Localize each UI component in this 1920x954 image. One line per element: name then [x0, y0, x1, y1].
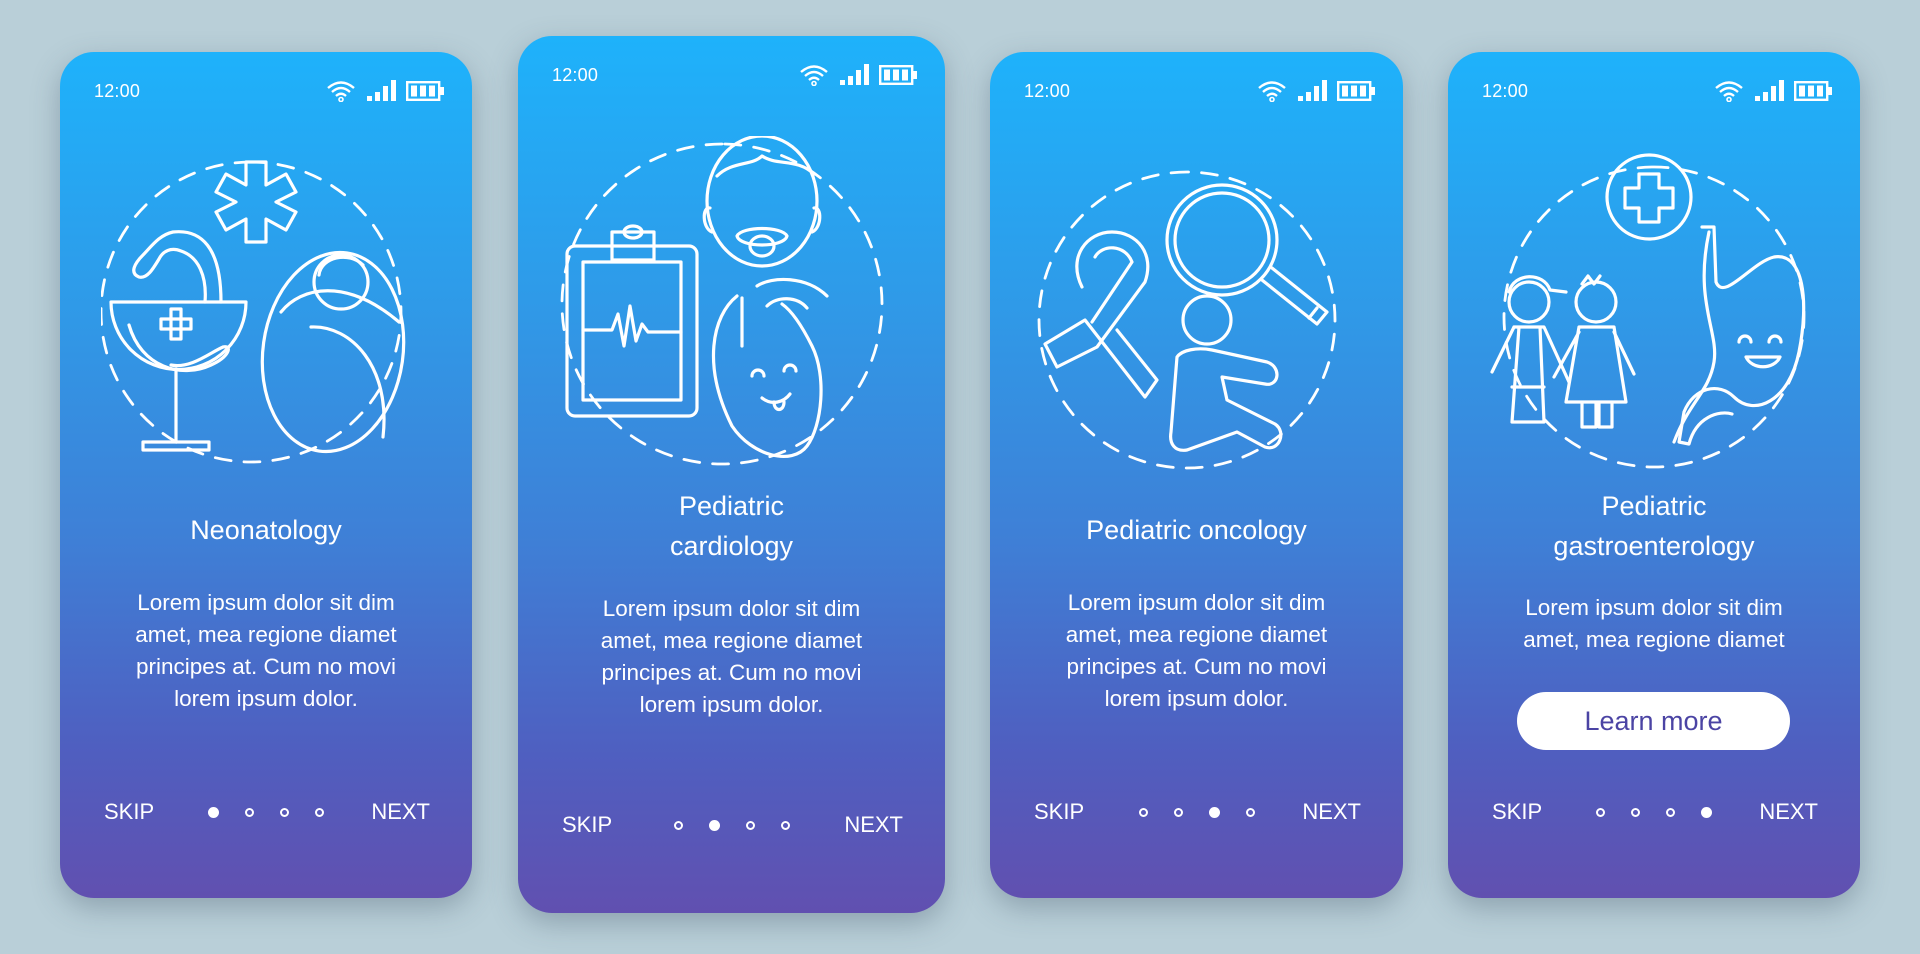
screen-title: Pediatric oncology — [1086, 515, 1307, 545]
wifi-icon — [327, 81, 355, 102]
battery-icon — [406, 81, 444, 102]
skip-button[interactable]: SKIP — [104, 796, 154, 828]
dashed-circle — [1502, 165, 1806, 469]
page-dot-4[interactable] — [315, 807, 324, 817]
next-button[interactable]: NEXT — [844, 809, 903, 841]
swaddled-baby-icon — [260, 250, 406, 454]
status-time: 12:00 — [1024, 80, 1071, 101]
status-time: 12:00 — [1482, 80, 1529, 101]
awareness-ribbon-icon — [1042, 230, 1159, 399]
page-dot-1[interactable] — [1596, 807, 1605, 817]
onboarding-screen-pediatric-cardiology: 12:00 Pediatric cardiology Lorem ipsum d… — [518, 36, 945, 913]
onboarding-screen-pediatric-oncology: 12:00 Pediatric oncology Lorem ipsum dol… — [990, 52, 1403, 898]
screen-description: Lorem ipsum dolor sit dim amet, mea regi… — [600, 596, 863, 717]
page-dot-3[interactable] — [1666, 807, 1675, 817]
signal-icon — [367, 80, 396, 101]
signal-icon — [1298, 80, 1327, 101]
star-of-life-icon — [214, 160, 298, 244]
screen-description: Lorem ipsum dolor sit dim amet, mea regi… — [135, 590, 397, 711]
smiling-heart-icon — [711, 277, 829, 458]
page-indicator — [673, 809, 790, 841]
screen-title: Pediatric gastroenterology — [1553, 491, 1755, 561]
status-time: 12:00 — [94, 80, 141, 101]
signal-icon — [1755, 80, 1784, 101]
page-dot-2-active[interactable] — [708, 819, 720, 831]
next-button[interactable]: NEXT — [1302, 796, 1361, 828]
skip-button[interactable]: SKIP — [1034, 796, 1084, 828]
page-indicator — [1596, 796, 1712, 828]
page-dot-4-active[interactable] — [1701, 806, 1712, 818]
page-dot-4[interactable] — [780, 820, 790, 830]
status-bar: 12:00 — [94, 78, 446, 104]
ecg-clipboard-icon — [564, 224, 699, 418]
illustration — [990, 162, 1403, 542]
page-dot-3[interactable] — [745, 820, 755, 830]
wifi-icon — [800, 65, 828, 86]
battery-icon — [879, 65, 917, 86]
screen-description: Lorem ipsum dolor sit dim amet, mea regi… — [1523, 595, 1785, 652]
illustration — [518, 136, 945, 516]
page-dot-1[interactable] — [673, 820, 683, 830]
wifi-icon — [1258, 81, 1286, 102]
page-dot-1[interactable] — [1138, 807, 1148, 817]
page-dot-2[interactable] — [1173, 807, 1183, 817]
onboarding-nav: SKIP NEXT — [518, 809, 945, 841]
learn-more-button[interactable]: Learn more — [1517, 692, 1790, 750]
illustration — [60, 147, 472, 527]
onboarding-nav: SKIP NEXT — [60, 796, 472, 828]
boy-and-girl-icon — [1490, 274, 1636, 429]
status-bar: 12:00 — [1482, 78, 1834, 104]
onboarding-nav: SKIP NEXT — [1448, 796, 1860, 828]
signal-icon — [840, 64, 869, 85]
wifi-icon — [1715, 81, 1743, 102]
page-dot-2[interactable] — [1631, 807, 1640, 817]
page-indicator — [1138, 796, 1255, 828]
screen-title: Pediatric cardiology — [669, 491, 794, 561]
illustration — [1448, 152, 1860, 532]
page-dot-2[interactable] — [245, 807, 254, 817]
bowl-of-hygieia-icon — [109, 230, 248, 452]
next-button[interactable]: NEXT — [371, 796, 430, 828]
onboarding-nav: SKIP NEXT — [990, 796, 1403, 828]
dashed-circle — [101, 160, 403, 464]
skip-button[interactable]: SKIP — [562, 809, 612, 841]
onboarding-screen-pediatric-gastroenterology: 12:00 Pediatric gastroenterology Lorem i… — [1448, 52, 1860, 898]
page-dot-4[interactable] — [1245, 807, 1255, 817]
page-dot-3[interactable] — [280, 807, 289, 817]
sitting-child-icon — [1168, 294, 1282, 452]
smiling-stomach-icon — [1672, 225, 1806, 446]
page-dot-1-active[interactable] — [208, 806, 219, 818]
page-indicator — [208, 796, 324, 828]
screen-title: Neonatology — [190, 515, 342, 545]
next-button[interactable]: NEXT — [1759, 796, 1818, 828]
page-dot-3-active[interactable] — [1208, 806, 1220, 818]
skip-button[interactable]: SKIP — [1492, 796, 1542, 828]
battery-icon — [1794, 81, 1832, 102]
screen-description: Lorem ipsum dolor sit dim amet, mea regi… — [1065, 590, 1328, 711]
baby-with-pacifier-icon — [702, 136, 821, 268]
onboarding-screen-neonatology: 12:00 Neonatology Lorem ipsum dolor sit … — [60, 52, 472, 898]
battery-icon — [1337, 81, 1375, 102]
status-bar: 12:00 — [1024, 78, 1377, 104]
status-time: 12:00 — [552, 64, 599, 85]
status-bar: 12:00 — [552, 62, 919, 88]
